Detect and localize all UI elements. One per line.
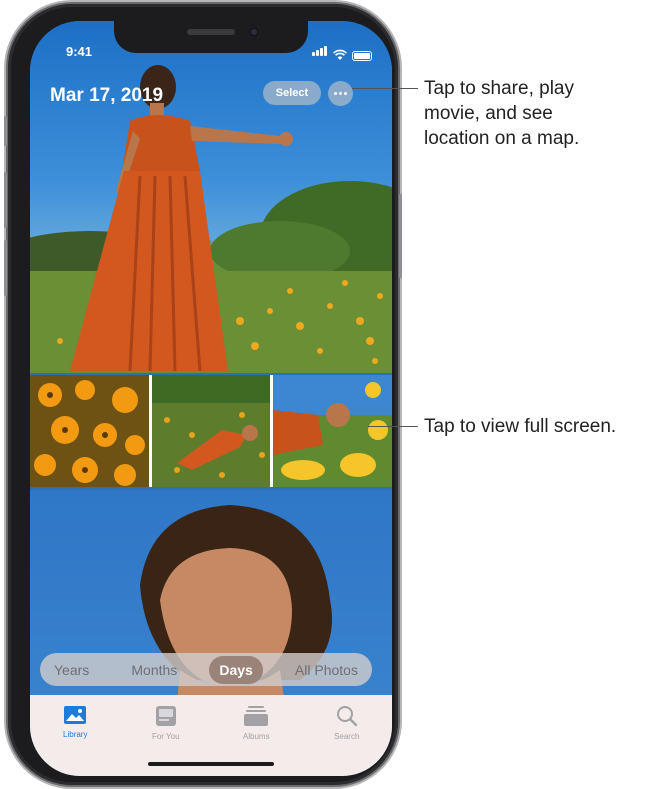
status-bar: 9:41 xyxy=(30,21,392,61)
day-date-title: Mar 17, 2019 xyxy=(50,85,164,106)
segment-years[interactable]: Years xyxy=(44,656,99,684)
closeup-photo-image xyxy=(273,375,392,487)
tab-label-albums: Albums xyxy=(242,732,270,741)
phone-frame: 9:41 Mar 17, 2019 Select Years Months Da… xyxy=(4,4,402,785)
for-you-icon xyxy=(155,706,176,726)
library-view-segmented-control: Years Months Days All Photos xyxy=(40,653,372,686)
ellipsis-icon xyxy=(334,92,347,95)
segment-days[interactable]: Days xyxy=(209,655,263,684)
volume-up-button xyxy=(4,172,7,228)
hero-photo-image xyxy=(30,65,392,373)
search-icon xyxy=(336,706,357,727)
more-button[interactable] xyxy=(328,81,353,106)
callout-text-middle: Tap to view full screen. xyxy=(424,416,617,437)
screen: 9:41 Mar 17, 2019 Select Years Months Da… xyxy=(30,21,392,776)
callout-top-line-1: Tap to share, play xyxy=(424,78,574,99)
tab-label-search: Search xyxy=(334,732,360,741)
albums-icon xyxy=(244,706,269,726)
tab-label-for-you: For You xyxy=(151,732,180,741)
tab-label-library: Library xyxy=(63,730,88,739)
side-button xyxy=(399,194,402,278)
volume-down-button xyxy=(4,240,7,296)
segment-months[interactable]: Months xyxy=(121,656,187,684)
select-button[interactable]: Select xyxy=(263,81,321,105)
status-icons xyxy=(312,43,372,61)
photo-grid-row xyxy=(30,375,392,487)
tab-library[interactable]: Library xyxy=(30,695,121,776)
day-hero-photo[interactable] xyxy=(30,21,392,373)
battery-icon xyxy=(352,51,372,61)
library-icon xyxy=(64,706,87,724)
tab-search[interactable]: Search xyxy=(302,695,393,776)
callout-leader-line-middle xyxy=(368,426,418,427)
home-indicator xyxy=(148,762,274,766)
photo-thumbnail[interactable] xyxy=(151,375,271,487)
silent-switch xyxy=(4,116,7,146)
cellular-signal-icon xyxy=(312,43,328,61)
photo-thumbnail[interactable] xyxy=(273,375,392,487)
reclining-photo-image xyxy=(151,375,271,487)
callout-top-line-3: location on a map. xyxy=(424,128,580,149)
wifi-icon xyxy=(333,49,347,60)
photo-thumbnail[interactable] xyxy=(30,375,149,487)
callout-top-line-2: movie, and see xyxy=(424,103,553,124)
segment-all-photos[interactable]: All Photos xyxy=(285,656,368,684)
flowers-photo-image xyxy=(30,375,149,487)
callout-text-top: Tap to share, play movie, and see locati… xyxy=(424,76,579,151)
callout-leader-line-top xyxy=(352,88,418,89)
status-time: 9:41 xyxy=(66,44,93,59)
